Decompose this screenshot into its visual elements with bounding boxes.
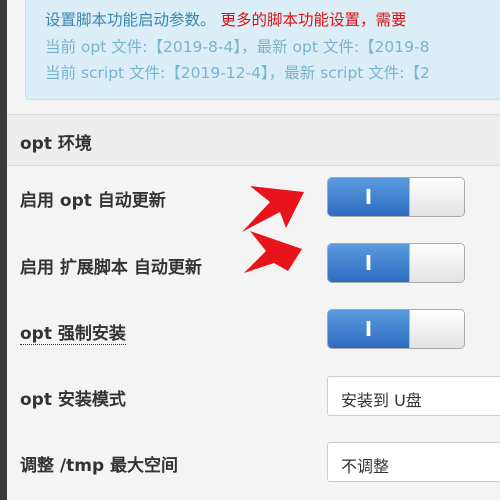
script-auto-update-label: 启用 扩展脚本 自动更新 xyxy=(20,258,202,278)
info-line-1-warning: 更多的脚本功能设置，需要 xyxy=(220,11,407,29)
toggle-on-indicator: I xyxy=(328,178,409,216)
opt-install-mode-label: opt 安装模式 xyxy=(20,390,126,410)
tmp-max-space-label: 调整 /tmp 最大空间 xyxy=(20,456,179,476)
toggle-knob xyxy=(409,178,464,216)
opt-auto-update-label: 启用 opt 自动更新 xyxy=(20,191,166,211)
select-value: 安装到 U盘 xyxy=(341,391,422,410)
info-line-opt-version: 当前 opt 文件:【2019-8-4】，最新 opt 文件:【2019-8 xyxy=(45,38,430,56)
sidebar-edge xyxy=(0,0,7,500)
info-line-1-text: 设置脚本功能启动参数。 xyxy=(45,11,216,29)
select-value: 不调整 xyxy=(341,457,390,476)
script-auto-update-toggle[interactable]: I xyxy=(327,243,465,283)
toggle-on-indicator: I xyxy=(328,244,409,282)
info-line-script-version: 当前 script 文件:【2019-12-4】，最新 script 文件:【2 xyxy=(45,64,430,82)
toggle-knob xyxy=(409,310,464,348)
opt-force-install-toggle[interactable]: I xyxy=(327,309,465,349)
section-header: opt 环境 xyxy=(7,114,500,166)
opt-force-install-label[interactable]: opt 强制安装 xyxy=(20,319,126,345)
toggle-knob xyxy=(409,244,464,282)
settings-page: 设置脚本功能启动参数。 更多的脚本功能设置，需要 当前 opt 文件:【2019… xyxy=(0,0,500,500)
toggle-on-indicator: I xyxy=(328,310,409,348)
tmp-max-space-select[interactable]: 不调整 xyxy=(327,442,500,482)
annotation-arrow-icon xyxy=(244,231,302,273)
section-title: opt 环境 xyxy=(20,134,92,154)
opt-auto-update-toggle[interactable]: I xyxy=(327,177,465,217)
opt-install-mode-select[interactable]: 安装到 U盘 xyxy=(327,376,500,416)
info-line-1: 设置脚本功能启动参数。 更多的脚本功能设置，需要 xyxy=(45,8,406,30)
